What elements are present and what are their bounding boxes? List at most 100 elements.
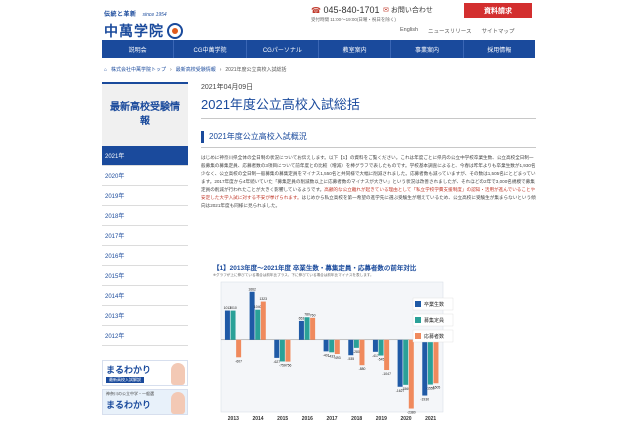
data-label: -280 xyxy=(353,350,360,354)
bar-募集定員-2017 xyxy=(329,339,335,353)
data-label: 1040 xyxy=(254,305,262,309)
data-label: -1047 xyxy=(382,372,391,376)
legend-label: 卒業生数 xyxy=(424,301,444,308)
banner-person-illustration xyxy=(171,363,185,385)
global-nav: 説明会 CG中萬学院 CGパーソナル 教室案内 事業案内 採用情報 xyxy=(102,40,535,58)
banner-caption: 神奈川の公立中学・一般選 xyxy=(106,391,154,396)
legend-label: 応募者数 xyxy=(424,333,444,340)
bar-卒業生数-2013 xyxy=(224,310,230,340)
sidebar-year-2013[interactable]: 2013年 xyxy=(102,306,188,326)
breadcrumb-home[interactable]: 株式会社中萬学院トップ xyxy=(111,66,166,73)
bar-応募者数-2017 xyxy=(334,339,340,355)
article-body: はじめに神奈川県全体の全日制の状況についてお伝えします。以下【1】の資料をご覧く… xyxy=(201,154,536,210)
inquiry-link[interactable]: ✉ お問い合わせ xyxy=(383,5,433,15)
phone-number[interactable]: ☎ 045-840-1701 xyxy=(311,5,380,15)
title-divider xyxy=(201,118,536,119)
data-label: -756 xyxy=(285,364,292,368)
bar-応募者数-2015 xyxy=(285,339,291,362)
maruwakari-banner[interactable]: まるわかり 最新高校入試解説 xyxy=(102,360,188,386)
sidebar: 最新高校受験情報 2021年 2020年 2019年 2018年 2017年 2… xyxy=(102,82,188,418)
bar-募集定員-2015 xyxy=(279,339,285,362)
sidebar-year-2016[interactable]: 2016年 xyxy=(102,246,188,266)
bar-卒業生数-2016 xyxy=(298,320,304,340)
banner-subtitle: 最新高校入試解説 xyxy=(106,377,144,383)
legend-label: 募集定員 xyxy=(424,317,444,324)
x-tick-label: 2016 xyxy=(302,416,313,422)
nav-item-cg-personal[interactable]: CGパーソナル xyxy=(247,40,319,58)
section-divider xyxy=(201,147,536,148)
sublink-sitemap[interactable]: サイトマップ xyxy=(482,27,515,35)
sidebar-heading: 最新高校受験情報 xyxy=(102,82,188,146)
bar-応募者数-2016 xyxy=(310,317,316,340)
breadcrumb-exam-info[interactable]: 最新高校受験情報 xyxy=(176,66,216,73)
data-label: 760 xyxy=(310,313,316,317)
maruwakari-banner-2[interactable]: 神奈川の公立中学・一般選 まるわかり xyxy=(102,389,188,415)
chart-title: 【1】2013年度〜2021年度 卒業生数・募集定員・応募者数の前年対比 xyxy=(213,265,417,272)
legend-swatch xyxy=(415,317,421,323)
bar-卒業生数-2019 xyxy=(372,339,378,352)
bar-募集定員-2021 xyxy=(427,339,433,385)
bar-応募者数-2013 xyxy=(236,339,242,358)
page-title: 2021年度公立高校入試総括 xyxy=(201,97,360,112)
breadcrumb: ⌂ 株式会社中萬学院トップ › 最新高校受験情報 › 2021年度公立高校入試総… xyxy=(104,66,287,74)
data-label: -493 xyxy=(334,356,341,360)
business-hours: 受付時間 11:00〜19:00(日曜・祝日を除く) xyxy=(311,17,396,22)
top-header: 伝統と革新 since 1954 中萬学院 ☎ 045-840-1701 受付時間… xyxy=(0,0,640,40)
sidebar-year-2015[interactable]: 2015年 xyxy=(102,266,188,286)
sidebar-year-2019[interactable]: 2019年 xyxy=(102,186,188,206)
data-label: 1010 xyxy=(229,306,237,310)
bar-応募者数-2020 xyxy=(408,339,414,409)
phone-icon: ☎ xyxy=(311,6,321,15)
logo-since: since 1954 xyxy=(142,12,167,18)
x-tick-label: 2015 xyxy=(277,416,288,422)
logo-name: 中萬学院 xyxy=(104,23,164,39)
data-label: -880 xyxy=(359,367,366,371)
sidebar-year-2020[interactable]: 2020年 xyxy=(102,166,188,186)
header-sublinks: English ニュースリリース サイトマップ xyxy=(400,27,515,35)
x-tick-label: 2014 xyxy=(252,416,263,422)
sidebar-year-2012[interactable]: 2012年 xyxy=(102,326,188,346)
mail-icon: ✉ xyxy=(383,7,389,14)
banner-title: まるわかり xyxy=(106,365,152,375)
data-label: -607 xyxy=(235,359,242,363)
request-materials-button[interactable]: 資料請求 xyxy=(464,3,532,18)
bar-卒業生数-2017 xyxy=(323,339,329,352)
x-tick-label: 2020 xyxy=(400,416,411,422)
bar-卒業生数-2020 xyxy=(397,339,403,387)
breadcrumb-separator: › xyxy=(219,66,222,73)
phone-text: 045-840-1701 xyxy=(323,5,380,15)
sublink-english[interactable]: English xyxy=(400,27,418,35)
logo-mark-icon xyxy=(167,23,183,39)
sublink-news[interactable]: ニュースリリース xyxy=(428,27,471,35)
bar-募集定員-2020 xyxy=(403,339,409,385)
x-tick-label: 2019 xyxy=(376,416,387,422)
comparison-chart: 【1】2013年度〜2021年度 卒業生数・募集定員・応募者数の前年対比 ※グラ… xyxy=(213,262,473,426)
data-label: -2380 xyxy=(407,411,416,415)
bar-募集定員-2013 xyxy=(230,310,236,340)
data-label: -535 xyxy=(347,357,354,361)
bar-卒業生数-2014 xyxy=(249,291,255,340)
bar-募集定員-2019 xyxy=(378,339,384,356)
nav-item-briefing[interactable]: 説明会 xyxy=(102,40,175,58)
inquiry-label: お問い合わせ xyxy=(390,7,433,14)
x-tick-label: 2013 xyxy=(228,416,239,422)
article: 2021年04月09日 2021年度公立高校入試総括 2021年度公立高校入試概… xyxy=(201,82,536,210)
sidebar-year-2014[interactable]: 2014年 xyxy=(102,286,188,306)
logo-tagline: 伝統と革新 xyxy=(104,12,137,18)
x-tick-label: 2018 xyxy=(351,416,362,422)
sidebar-year-2021[interactable]: 2021年 xyxy=(102,146,188,166)
data-label: -545 xyxy=(378,358,385,362)
data-label: -1930 xyxy=(420,398,429,402)
sidebar-year-2018[interactable]: 2018年 xyxy=(102,206,188,226)
banner-person-illustration xyxy=(171,392,185,414)
nav-item-recruit[interactable]: 採用情報 xyxy=(464,40,535,58)
site-logo[interactable]: 伝統と革新 since 1954 中萬学院 xyxy=(104,3,183,41)
sidebar-year-2017[interactable]: 2017年 xyxy=(102,226,188,246)
nav-item-business[interactable]: 事業案内 xyxy=(391,40,464,58)
legend-swatch xyxy=(415,333,421,339)
home-icon: ⌂ xyxy=(104,66,108,73)
breadcrumb-current: 2021年度公立高校入試総括 xyxy=(225,67,287,73)
nav-item-cg-chuman[interactable]: CG中萬学院 xyxy=(174,40,247,58)
data-label: 1662 xyxy=(248,287,256,291)
nav-item-classrooms[interactable]: 教室案内 xyxy=(319,40,392,58)
